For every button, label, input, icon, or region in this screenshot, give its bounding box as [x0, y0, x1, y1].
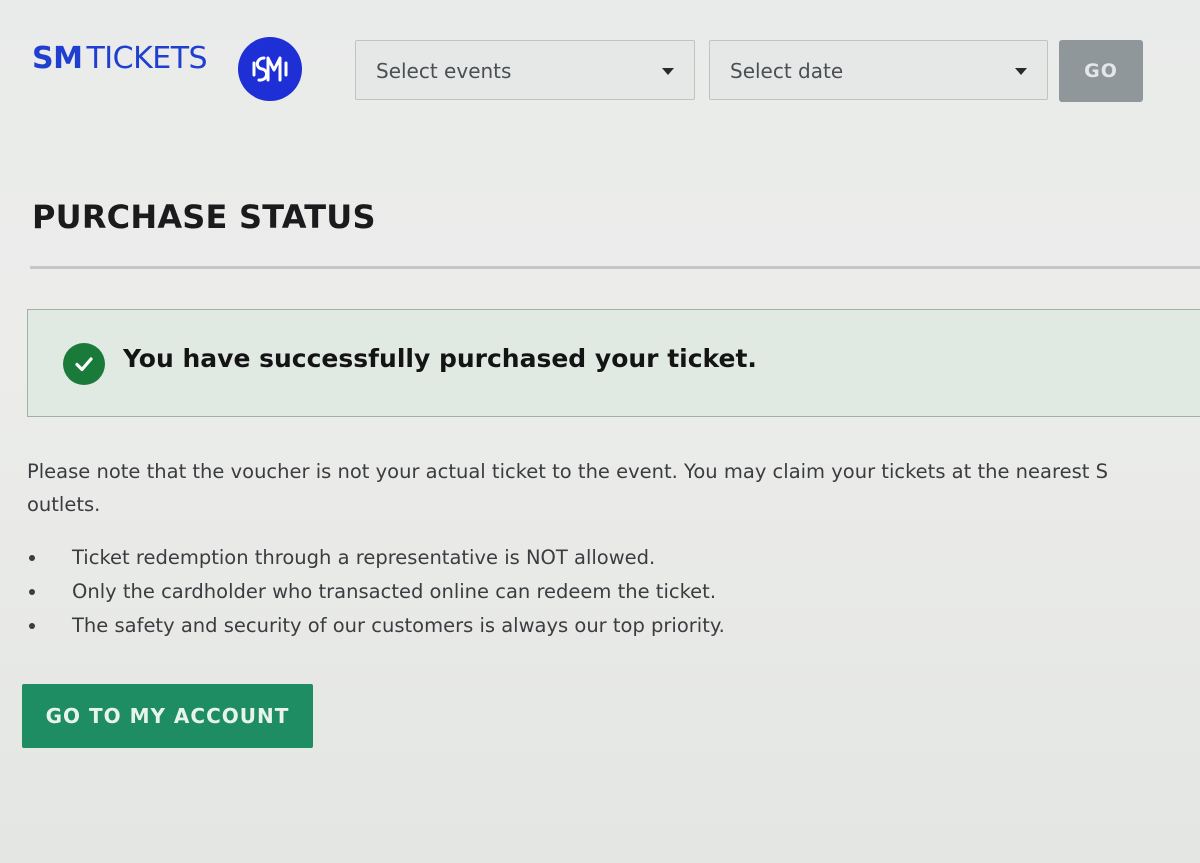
list-item: Only the cardholder who transacted onlin…	[27, 575, 725, 609]
brand-sm: SM	[32, 41, 83, 76]
select-date-dropdown[interactable]: Select date	[709, 40, 1048, 100]
success-alert: You have successfully purchased your tic…	[27, 309, 1200, 417]
caret-down-icon	[662, 68, 674, 75]
go-to-my-account-button[interactable]: GO TO MY ACCOUNT	[22, 684, 313, 748]
brand-tickets: TICKETS	[86, 41, 208, 76]
go-button[interactable]: GO	[1059, 40, 1143, 102]
list-item-text: Only the cardholder who transacted onlin…	[72, 580, 717, 603]
page-title: PURCHASE STATUS	[32, 198, 376, 236]
success-message: You have successfully purchased your tic…	[123, 344, 757, 373]
notice-line-2: outlets.	[27, 493, 101, 516]
select-date-value: Select date	[730, 59, 844, 83]
check-circle-icon	[63, 343, 105, 385]
sm-monogram-icon	[252, 56, 288, 82]
sm-logo-icon[interactable]	[238, 37, 302, 101]
brand-text: SM TICKETS	[32, 41, 208, 76]
caret-down-icon	[1015, 68, 1027, 75]
list-item-text: Ticket redemption through a representati…	[72, 546, 656, 569]
list-item: Ticket redemption through a representati…	[27, 541, 725, 575]
bullet-icon	[29, 589, 35, 595]
bullet-icon	[29, 623, 35, 629]
list-item: The safety and security of our customers…	[27, 609, 725, 643]
voucher-notice: Please note that the voucher is not your…	[27, 455, 1200, 521]
title-divider	[30, 266, 1200, 269]
select-events-dropdown[interactable]: Select events	[355, 40, 695, 100]
bullet-icon	[29, 555, 35, 561]
notice-line-1: Please note that the voucher is not your…	[27, 460, 1108, 483]
redemption-rules-list: Ticket redemption through a representati…	[27, 541, 725, 643]
brand-wordmark[interactable]: SM TICKETS	[32, 41, 208, 76]
list-item-text: The safety and security of our customers…	[72, 614, 725, 637]
select-events-value: Select events	[376, 59, 512, 83]
